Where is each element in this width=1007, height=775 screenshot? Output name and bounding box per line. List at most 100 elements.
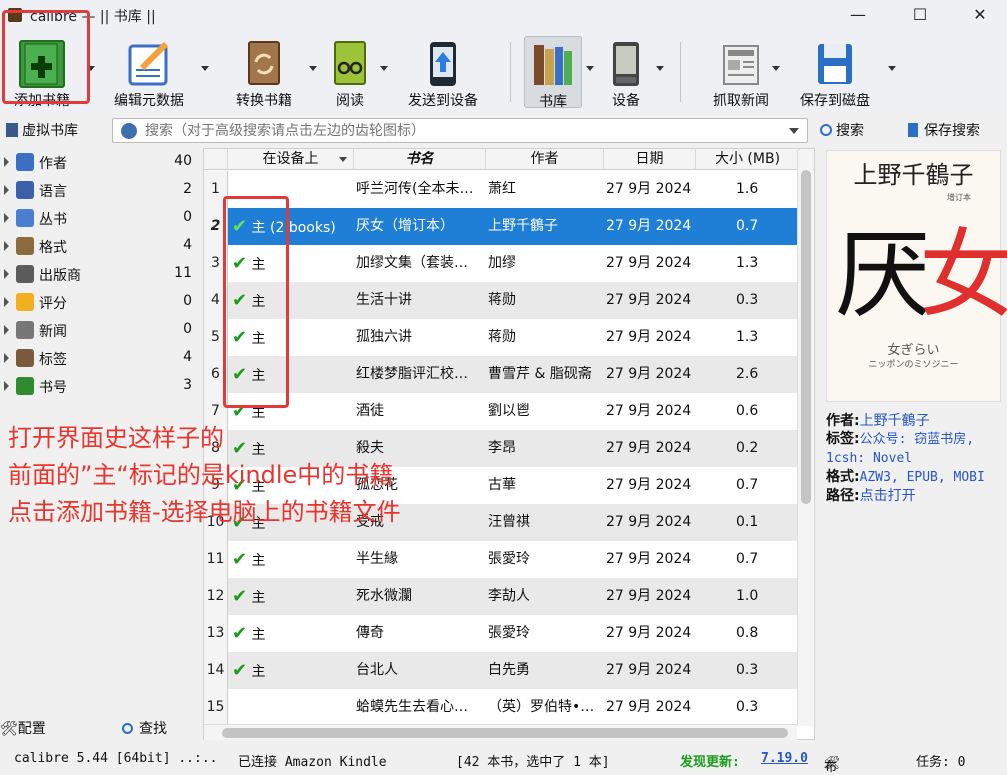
title-cell[interactable]: 红楼梦脂评汇校… [356, 356, 484, 393]
on-device-cell[interactable]: ✔ 主 [230, 652, 352, 689]
date-cell[interactable]: 27 9月 2024 [606, 541, 698, 578]
author-cell[interactable]: 汪曾祺 [488, 504, 602, 541]
author-cell[interactable]: 蒋勋 [488, 282, 602, 319]
convert-books-dropdown[interactable] [309, 66, 317, 71]
author-cell[interactable]: 上野千鶴子 [488, 208, 602, 245]
minimize-button[interactable]: — [846, 4, 870, 26]
save-to-disk-button[interactable]: 保存到磁盘 [794, 36, 876, 109]
title-cell[interactable]: 加缪文集（套装… [356, 245, 484, 282]
author-cell[interactable]: （英）罗伯特•… [488, 689, 602, 726]
book-row[interactable]: 12 ✔ 主死水微瀾 李劼人 27 9月 2024 1.0 [204, 578, 798, 615]
book-row[interactable]: 2 ✔ 主 (2 books) 厌女（增订本） 上野千鶴子 27 9月 2024 0.7 [204, 208, 798, 245]
on-device-cell[interactable] [230, 689, 352, 726]
date-cell[interactable]: 27 9月 2024 [606, 393, 698, 430]
author-cell[interactable]: 萧红 [488, 171, 602, 208]
date-cell[interactable]: 27 9月 2024 [606, 282, 698, 319]
tag-category-row[interactable]: 语言 2 [0, 176, 200, 204]
date-cell[interactable]: 27 9月 2024 [606, 689, 698, 726]
size-cell[interactable]: 0.8 [736, 615, 796, 652]
formats-link[interactable]: AZW3, EPUB, MOBI [860, 470, 985, 485]
on-device-cell[interactable]: ✔ 主 [230, 615, 352, 652]
author-cell[interactable]: 劉以鬯 [488, 393, 602, 430]
on-device-cell[interactable]: ✔ 主 [230, 578, 352, 615]
book-row[interactable]: 5 ✔ 主孤独六讲 蒋勋 27 9月 2024 1.3 [204, 319, 798, 356]
size-cell[interactable]: 0.2 [736, 430, 796, 467]
title-cell[interactable]: 傳奇 [356, 615, 484, 652]
horizontal-scroll-thumb[interactable] [222, 728, 788, 738]
update-version-link[interactable]: 7.19.0 [761, 751, 808, 766]
fetch-news-dropdown[interactable] [772, 66, 780, 71]
book-row[interactable]: 11 ✔ 主半生緣 張愛玲 27 9月 2024 0.7 [204, 541, 798, 578]
expand-arrow-icon[interactable] [4, 157, 9, 167]
device-button[interactable]: 设备 [600, 36, 652, 109]
tag-category-row[interactable]: 格式 4 [0, 232, 200, 260]
book-list-horizontal-scrollbar[interactable] [204, 724, 797, 740]
book-row[interactable]: 13 ✔ 主傳奇 張愛玲 27 9月 2024 0.8 [204, 615, 798, 652]
size-cell[interactable]: 1.3 [736, 319, 796, 356]
search-button[interactable]: 搜索 [820, 120, 864, 140]
title-cell[interactable]: 台北人 [356, 652, 484, 689]
tag-category-row[interactable]: 标签 4 [0, 344, 200, 372]
book-row[interactable]: 14 ✔ 主台北人 白先勇 27 9月 2024 0.3 [204, 652, 798, 689]
author-link[interactable]: 上野千鶴子 [860, 413, 930, 429]
size-cell[interactable]: 1.0 [736, 578, 796, 615]
search-history-dropdown[interactable] [789, 128, 799, 134]
title-cell[interactable]: 半生緣 [356, 541, 484, 578]
path-link[interactable]: 点击打开 [860, 488, 916, 504]
size-cell[interactable]: 0.6 [736, 393, 796, 430]
author-cell[interactable]: 蒋勋 [488, 319, 602, 356]
size-cell[interactable]: 0.3 [736, 689, 796, 726]
date-cell[interactable]: 27 9月 2024 [606, 430, 698, 467]
expand-arrow-icon[interactable] [4, 353, 9, 363]
size-cell[interactable]: 0.3 [736, 282, 796, 319]
view-dropdown[interactable] [380, 66, 388, 71]
maximize-button[interactable]: ☐ [908, 4, 932, 26]
title-cell[interactable]: 蛤蟆先生去看心… [356, 689, 484, 726]
size-cell[interactable]: 1.6 [736, 171, 796, 208]
author-cell[interactable]: 李昂 [488, 430, 602, 467]
size-cell[interactable]: 1.3 [736, 245, 796, 282]
author-cell[interactable]: 古華 [488, 467, 602, 504]
title-cell[interactable]: 呼兰河传(全本未… [356, 171, 484, 208]
book-row[interactable]: 3 ✔ 主加缪文集（套装… 加缪 27 9月 2024 1.3 [204, 245, 798, 282]
size-cell[interactable]: 2.6 [736, 356, 796, 393]
tag-category-row[interactable]: 作者 40 [0, 148, 200, 176]
author-cell[interactable]: 曹雪芹 & 脂砚斋 [488, 356, 602, 393]
size-cell[interactable]: 0.7 [736, 467, 796, 504]
expand-arrow-icon[interactable] [4, 241, 9, 251]
date-cell[interactable]: 27 9月 2024 [606, 319, 698, 356]
expand-arrow-icon[interactable] [4, 185, 9, 195]
date-cell[interactable]: 27 9月 2024 [606, 208, 698, 245]
expand-arrow-icon[interactable] [4, 297, 9, 307]
date-cell[interactable]: 27 9月 2024 [606, 615, 698, 652]
virtual-library-button[interactable]: 虚拟书库 [6, 120, 78, 140]
edit-metadata-dropdown[interactable] [201, 66, 209, 71]
date-cell[interactable]: 27 9月 2024 [606, 467, 698, 504]
convert-books-button[interactable]: 转换书籍 [226, 36, 302, 109]
date-cell[interactable]: 27 9月 2024 [606, 578, 698, 615]
size-cell[interactable]: 0.7 [736, 208, 796, 245]
book-list-vertical-scrollbar[interactable] [797, 150, 813, 726]
author-cell[interactable]: 張愛玲 [488, 541, 602, 578]
title-cell[interactable]: 死水微瀾 [356, 578, 484, 615]
configure-button[interactable]: 🛠配置 [0, 718, 46, 738]
title-cell[interactable]: 厌女（增订本） [356, 208, 484, 245]
on-device-cell[interactable]: ✔ 主 [230, 541, 352, 578]
gear-icon[interactable] [121, 123, 137, 139]
search-box[interactable] [112, 118, 808, 143]
book-row[interactable]: 15 蛤蟆先生去看心… （英）罗伯特•… 27 9月 2024 0.3 [204, 689, 798, 726]
author-cell[interactable]: 張愛玲 [488, 615, 602, 652]
tag-category-row[interactable]: 书号 3 [0, 372, 200, 400]
book-row[interactable]: 6 ✔ 主红楼梦脂评汇校… 曹雪芹 & 脂砚斋 27 9月 2024 2.6 [204, 356, 798, 393]
jobs-indicator[interactable]: 任务: 0 [916, 751, 965, 770]
date-cell[interactable]: 27 9月 2024 [606, 356, 698, 393]
expand-arrow-icon[interactable] [4, 269, 9, 279]
vertical-scroll-thumb[interactable] [801, 170, 811, 504]
book-cover[interactable]: 上野千鶴子 厌 女 增订本 女ぎらい ニッポンのミソジニー [826, 150, 1007, 402]
date-cell[interactable]: 27 9月 2024 [606, 171, 698, 208]
tag-category-row[interactable]: 新闻 0 [0, 316, 200, 344]
close-button[interactable]: ✕ [968, 4, 992, 26]
size-cell[interactable]: 0.3 [736, 652, 796, 689]
saved-search-button[interactable]: 保存搜索 [908, 120, 980, 140]
column-title[interactable]: 书名 [354, 149, 486, 170]
